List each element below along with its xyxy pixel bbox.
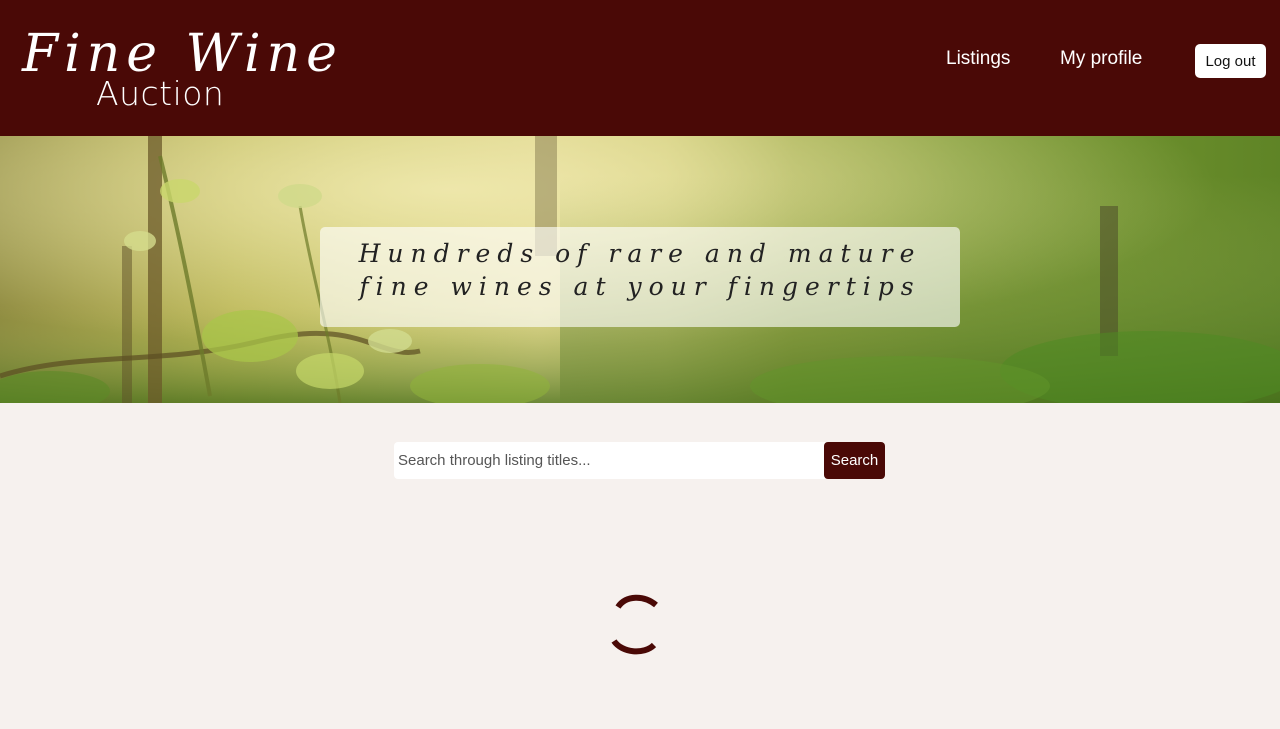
nav-listings-link[interactable]: Listings <box>946 48 1010 70</box>
site-header: Fine Wine Auction Listings My profile Lo… <box>0 0 1280 136</box>
logo[interactable]: Fine Wine Auction <box>22 26 337 113</box>
hero-caption-text: Hundreds of rare and mature fine wines a… <box>358 239 922 301</box>
loading-spinner-icon <box>611 594 658 655</box>
search-button[interactable]: Search <box>824 442 885 479</box>
logout-button[interactable]: Log out <box>1195 44 1266 78</box>
search-input[interactable] <box>394 442 825 479</box>
hero-caption-box: Hundreds of rare and mature fine wines a… <box>320 227 960 327</box>
nav-my-profile-link[interactable]: My profile <box>1060 48 1142 70</box>
hero-banner: Hundreds of rare and mature fine wines a… <box>0 136 1280 403</box>
logo-sub-text: Auction <box>96 74 225 113</box>
